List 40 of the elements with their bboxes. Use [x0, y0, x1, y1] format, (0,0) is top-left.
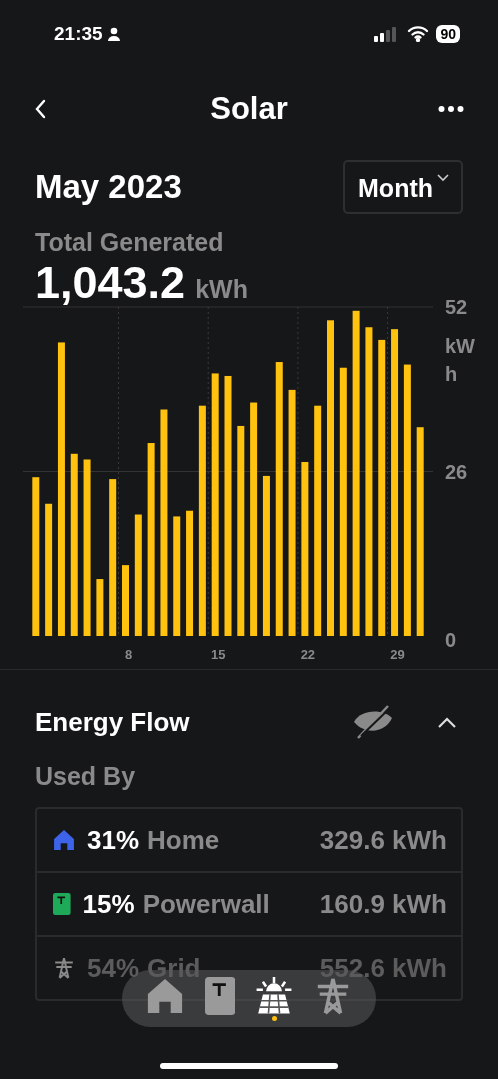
solar-panel-icon	[255, 976, 294, 1015]
battery-cabinet-icon	[204, 976, 235, 1015]
range-dropdown[interactable]: Month	[343, 160, 463, 214]
total-value: 1,043.2	[35, 257, 186, 309]
battery-level: 90	[436, 25, 460, 43]
total-unit: kWh	[195, 275, 248, 304]
axis-label: 22	[300, 647, 316, 662]
eye-slash-icon	[352, 704, 394, 740]
wifi-icon	[407, 26, 430, 42]
page-title: Solar	[209, 91, 289, 127]
clock-time: 21:35	[54, 23, 103, 45]
back-chevron-icon	[34, 99, 46, 119]
usage-percent: 31%	[87, 824, 140, 856]
usage-percent: 15%	[82, 888, 135, 920]
usage-amount: 329.6 kWh	[319, 824, 447, 856]
axis-title: kWh	[445, 334, 476, 387]
chevron-up-icon	[438, 716, 456, 728]
usage-name: Grid	[147, 952, 202, 984]
section-title: Energy Flow	[35, 706, 190, 738]
axis-label: 8	[124, 647, 133, 662]
axis-label: 0	[445, 628, 457, 653]
usage-name: Powerwall	[142, 888, 271, 920]
axis-label: 26	[445, 459, 468, 485]
chart-bar	[96, 579, 104, 636]
more-dots-icon	[438, 105, 464, 113]
section-subtitle: Used By	[35, 762, 137, 791]
usage-percent: 54%	[87, 952, 140, 984]
usage-amount: 552.6 kWh	[319, 952, 447, 984]
usage-name: Home	[147, 824, 221, 856]
total-label: Total Generated	[35, 228, 225, 257]
axis-label: 52	[445, 295, 468, 320]
chevron-down-icon	[437, 174, 449, 182]
chart-bar	[122, 565, 129, 636]
axis-label: 29	[390, 647, 405, 662]
person-icon	[106, 27, 121, 41]
axis-label: 15	[210, 647, 226, 662]
tab-button[interactable]	[255, 976, 294, 1021]
house-icon	[146, 976, 185, 1015]
usage-amount: 160.9 kWh	[319, 888, 447, 920]
period-title: May 2023	[35, 168, 182, 206]
